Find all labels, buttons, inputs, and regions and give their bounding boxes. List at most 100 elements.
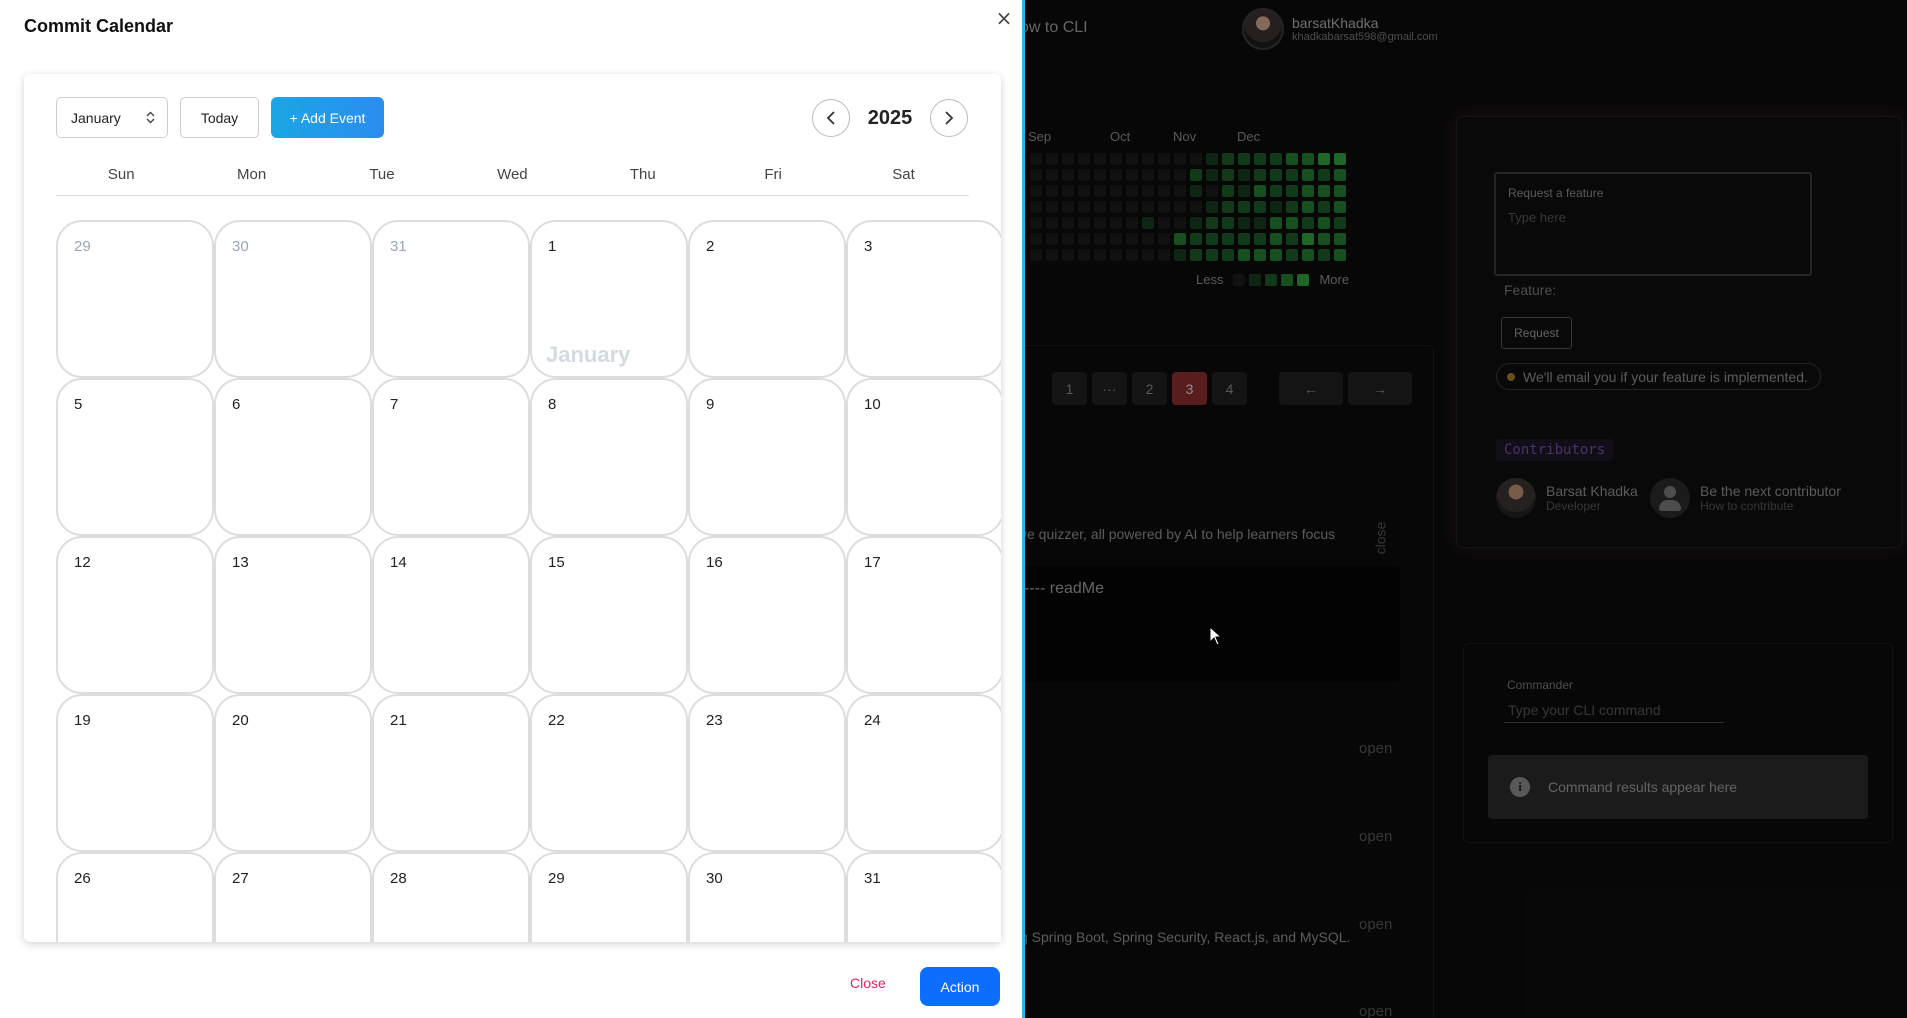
calendar-day-cell[interactable]: 21 xyxy=(372,694,530,852)
calendar-day-cell[interactable]: 6 xyxy=(214,378,372,536)
prev-page-button[interactable]: ← xyxy=(1279,372,1343,405)
calendar-day-cell[interactable]: 30 xyxy=(688,852,846,942)
calendar-day-cell[interactable]: 3 xyxy=(846,220,1001,378)
calendar-day-cell[interactable]: 22 xyxy=(530,694,688,852)
add-event-button[interactable]: + Add Event xyxy=(271,97,384,138)
avatar xyxy=(1496,478,1536,518)
calendar-day-cell[interactable]: 27 xyxy=(214,852,372,942)
calendar-day-cell[interactable]: 19 xyxy=(56,694,214,852)
contributor-item[interactable]: Be the next contributor How to contribut… xyxy=(1650,478,1841,518)
calendar-day-cell[interactable]: 8 xyxy=(530,378,688,536)
contributor-item[interactable]: Barsat Khadka Developer xyxy=(1496,478,1638,518)
calendar-day-cell[interactable]: 17 xyxy=(846,536,1001,694)
calendar-day-cell[interactable]: 20 xyxy=(214,694,372,852)
heatmap-cell xyxy=(1302,169,1314,181)
close-button[interactable]: Close xyxy=(850,975,886,991)
heatmap-cell xyxy=(1302,185,1314,197)
previous-year-button[interactable] xyxy=(812,99,850,137)
day-number: 22 xyxy=(548,712,565,729)
close-icon[interactable]: × xyxy=(995,6,1013,30)
heatmap-cell xyxy=(1254,201,1266,213)
chevron-up-down-icon xyxy=(146,111,155,124)
action-button[interactable]: Action xyxy=(920,967,1000,1006)
feature-request-field[interactable]: Request a feature xyxy=(1494,172,1812,276)
heatmap-cell xyxy=(1174,185,1186,197)
day-number: 28 xyxy=(390,870,407,887)
day-number: 13 xyxy=(232,554,249,571)
heatmap-cell xyxy=(1270,249,1282,261)
calendar-day-cell[interactable]: 28 xyxy=(372,852,530,942)
heatmap-cell xyxy=(1126,233,1138,245)
open-link[interactable]: open xyxy=(1359,916,1392,933)
calendar-day-cell[interactable]: 30 xyxy=(214,220,372,378)
calendar-day-cell[interactable]: 10 xyxy=(846,378,1001,536)
cli-command-input[interactable] xyxy=(1504,697,1724,723)
calendar-day-cell[interactable]: 26 xyxy=(56,852,214,942)
calendar-day-cell[interactable]: 5 xyxy=(56,378,214,536)
next-year-button[interactable] xyxy=(930,99,968,137)
calendar-day-cell[interactable]: 29 xyxy=(56,220,214,378)
heatmap-cell xyxy=(1094,169,1106,181)
calendar-day-cell[interactable]: 14 xyxy=(372,536,530,694)
user-profile[interactable]: barsatKhadka khadkabarsat598@gmail.com xyxy=(1242,8,1438,50)
page-2[interactable]: 2 xyxy=(1132,372,1167,405)
calendar-day-cell[interactable]: 23 xyxy=(688,694,846,852)
heatmap-months: Sep Oct Nov Dec xyxy=(1028,129,1288,145)
calendar-day-cell[interactable]: 29 xyxy=(530,852,688,942)
heatmap-cell xyxy=(1062,249,1074,261)
request-button[interactable]: Request xyxy=(1501,317,1572,349)
heatmap-cell xyxy=(1030,185,1042,197)
next-page-button[interactable]: → xyxy=(1348,372,1412,405)
heatmap-cell xyxy=(1222,217,1234,229)
page-1[interactable]: 1 xyxy=(1052,372,1087,405)
heatmap-cell xyxy=(1238,201,1250,213)
month-label: Nov xyxy=(1173,129,1197,144)
heatmap-cell xyxy=(1190,185,1202,197)
month-select[interactable]: January xyxy=(56,97,168,138)
month-label: Dec xyxy=(1237,129,1261,144)
day-number: 29 xyxy=(74,238,91,255)
today-button[interactable]: Today xyxy=(180,97,259,138)
close-toggle[interactable]: close xyxy=(1372,522,1388,555)
contribution-heatmap xyxy=(1030,153,1346,261)
calendar-day-cell[interactable]: 31 xyxy=(846,852,1001,942)
heatmap-cell xyxy=(1142,233,1154,245)
day-number: 19 xyxy=(74,712,91,729)
open-link[interactable]: open xyxy=(1359,1003,1392,1018)
heatmap-cell xyxy=(1158,233,1170,245)
calendar-day-cell[interactable]: 12 xyxy=(56,536,214,694)
calendar-day-cell[interactable]: 31 xyxy=(372,220,530,378)
heatmap-cell xyxy=(1206,201,1218,213)
calendar-day-cell[interactable]: 9 xyxy=(688,378,846,536)
calendar-day-cell[interactable]: 15 xyxy=(530,536,688,694)
calendar-day-cell[interactable]: 2 xyxy=(688,220,846,378)
heatmap-cell xyxy=(1078,185,1090,197)
heatmap-cell xyxy=(1030,201,1042,213)
topbar-link-cli[interactable]: ow to CLI xyxy=(1020,19,1088,37)
user-email: khadkabarsat598@gmail.com xyxy=(1292,31,1438,43)
heatmap-cell xyxy=(1318,249,1330,261)
weekday-label: Sun xyxy=(107,166,135,183)
heatmap-cell xyxy=(1334,201,1346,213)
heatmap-cell xyxy=(1254,233,1266,245)
calendar-day-cell[interactable]: 7 xyxy=(372,378,530,536)
feature-request-input[interactable] xyxy=(1508,210,1798,225)
calendar-day-cell[interactable]: 13 xyxy=(214,536,372,694)
commit-calendar-modal: Commit Calendar × January Today + Add Ev… xyxy=(0,0,1025,1018)
month-label: Oct xyxy=(1110,129,1131,144)
heatmap-cell xyxy=(1302,217,1314,229)
page-3[interactable]: 3 xyxy=(1172,372,1207,405)
weekday-label: Sat xyxy=(892,166,915,183)
day-number: 27 xyxy=(232,870,249,887)
open-link[interactable]: open xyxy=(1359,740,1392,757)
page-4[interactable]: 4 xyxy=(1212,372,1247,405)
calendar-day-cell[interactable]: 16 xyxy=(688,536,846,694)
heatmap-cell xyxy=(1094,185,1106,197)
heatmap-cell xyxy=(1318,233,1330,245)
calendar-grid-viewport[interactable]: 2930311234567891011121314151617181920212… xyxy=(24,210,1001,942)
calendar-day-cell[interactable]: 24 xyxy=(846,694,1001,852)
heatmap-cell xyxy=(1318,153,1330,165)
heatmap-cell xyxy=(1190,201,1202,213)
page-ellipsis[interactable]: ··· xyxy=(1092,372,1127,405)
open-link[interactable]: open xyxy=(1359,828,1392,845)
